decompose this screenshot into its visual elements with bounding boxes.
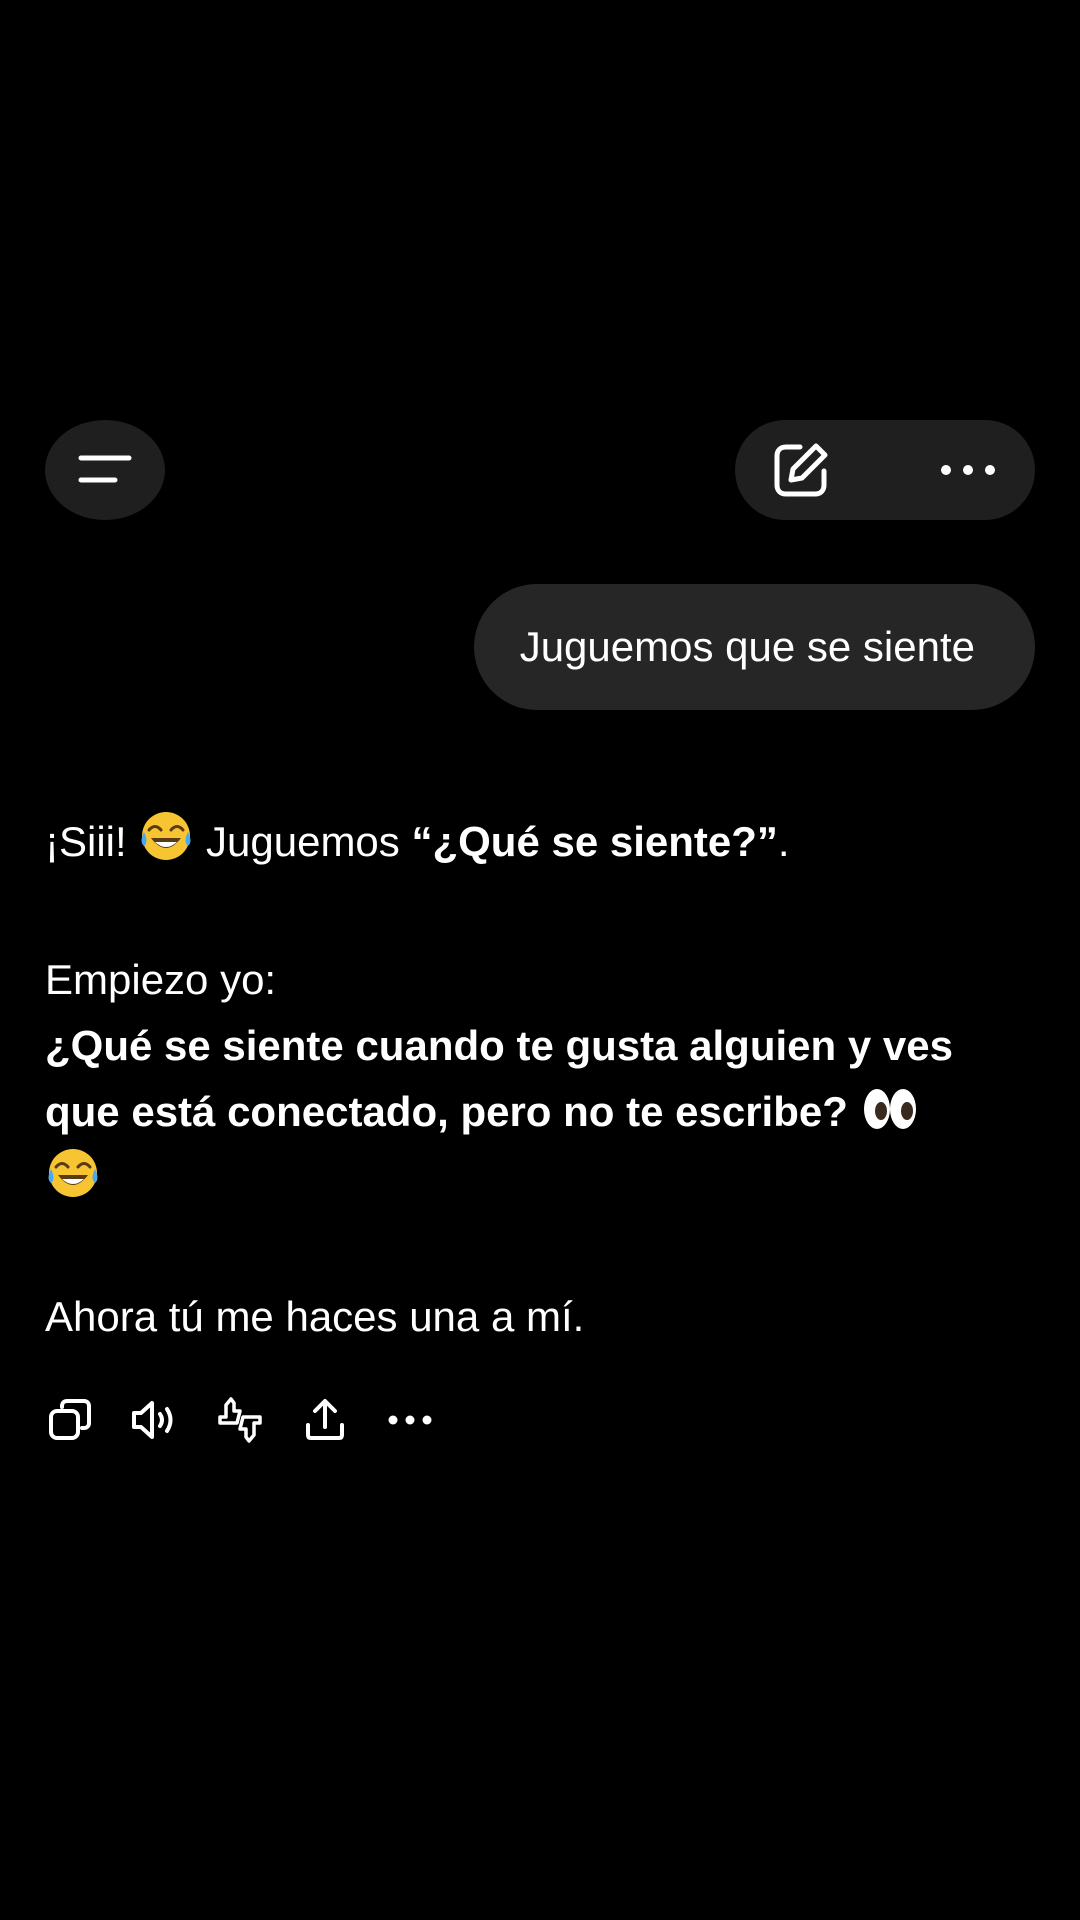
copy-button[interactable] (45, 1395, 95, 1445)
user-message-text: Juguemos que se siente (519, 623, 975, 670)
ellipsis-icon (941, 465, 995, 475)
tears-of-joy-emoji-icon (141, 812, 191, 860)
share-button[interactable] (300, 1395, 350, 1445)
menu-lines-icon (78, 455, 132, 483)
more-options-button[interactable] (933, 442, 1003, 498)
read-aloud-button[interactable] (130, 1395, 180, 1445)
edit-square-icon (774, 443, 828, 497)
feedback-thumbs-icon (218, 1397, 262, 1443)
copy-icon (49, 1399, 91, 1440)
exclamation-text: ¡Siii! (45, 818, 127, 865)
message-actions-toolbar (45, 1392, 470, 1448)
assistant-line-1: ¡Siii! Juguemos “¿Qué se siente?”. (45, 808, 1035, 875)
share-icon (306, 1399, 344, 1440)
assistant-line-2: Empiezo yo: (45, 956, 277, 1003)
line1-text: Juguemos (206, 818, 400, 865)
assistant-line-4: Ahora tú me haces una a mí. (45, 1293, 585, 1340)
question-text: ¿Qué se siente cuando te gusta alguien y… (45, 1022, 953, 1135)
feedback-button[interactable] (215, 1395, 265, 1445)
speaker-icon (132, 1401, 173, 1439)
top-bar (0, 420, 1080, 520)
eyes-emoji-icon (863, 1089, 916, 1129)
assistant-question: ¿Qué se siente cuando te gusta alguien y… (45, 1013, 1035, 1212)
game-title-text: “¿Qué se siente?” (411, 818, 778, 865)
more-actions-button[interactable] (385, 1395, 435, 1445)
user-message-bubble: Juguemos que se siente (473, 584, 1035, 710)
ellipsis-icon (388, 1415, 432, 1425)
new-chat-button[interactable] (767, 436, 835, 504)
line1-period: . (777, 818, 790, 865)
header-actions (735, 420, 1035, 520)
assistant-message: ¡Siii! Juguemos “¿Qué se siente?”. Empie… (45, 808, 1035, 1350)
tears-of-joy-emoji-icon (48, 1149, 98, 1197)
menu-button[interactable] (45, 420, 165, 520)
